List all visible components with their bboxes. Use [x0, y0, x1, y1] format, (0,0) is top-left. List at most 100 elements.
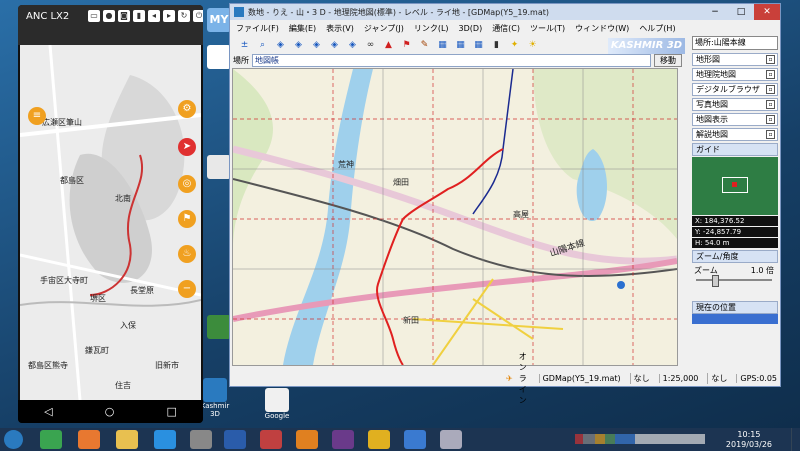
app-icon: MY [207, 8, 231, 32]
zoom-icon[interactable]: ± [238, 39, 251, 52]
close-icon[interactable]: ▫ [766, 115, 775, 124]
layer-item[interactable]: デジタルブラウザ ▫ [692, 83, 778, 96]
menu-file[interactable]: ファイル(F) [236, 23, 279, 34]
layer-item[interactable]: 解説地図 ▫ [692, 128, 778, 141]
titlebar[interactable]: 数地 - りえ - 山・3 D - 地理院地図(標準) - レベル - ライ地 … [230, 4, 780, 20]
menu-window[interactable]: ウィンドウ(W) [575, 23, 629, 34]
kashmir-logo: KASHMIR 3D [608, 38, 685, 54]
go-button[interactable]: 移動 [654, 54, 682, 67]
map-label: 新田 [403, 316, 419, 325]
location-select[interactable]: 場所:山陽本線 [692, 36, 778, 50]
close-icon[interactable]: ▫ [766, 85, 775, 94]
layer-label: デジタルブラウザ [696, 85, 760, 94]
close-button[interactable]: ✕ [754, 4, 780, 20]
volume-down-icon[interactable]: ◂ [148, 10, 160, 22]
menu-3d[interactable]: 3D(D) [459, 24, 483, 33]
mirror-icon[interactable]: ▭ [88, 10, 100, 22]
menu-view[interactable]: 表示(V) [326, 23, 354, 34]
settings-icon[interactable] [190, 430, 212, 449]
position-header[interactable]: 現在の位置 [692, 301, 778, 314]
layer-item[interactable]: 地理院地図 ▫ [692, 68, 778, 81]
locate-icon[interactable]: ◎ [178, 175, 196, 193]
marker-icon[interactable]: ▲ [382, 39, 395, 52]
zoom-slider[interactable] [696, 279, 772, 281]
online-status: オンライン [518, 351, 527, 405]
search-icon[interactable]: ⌕ [256, 39, 269, 52]
gps-icon[interactable]: ☀ [526, 39, 539, 52]
desktop-icon-google[interactable]: Google [262, 388, 292, 420]
pin-icon[interactable]: ✦ [508, 39, 521, 52]
power-icon[interactable]: ⏻ [193, 10, 203, 22]
menu-icon[interactable]: ≡ [28, 107, 46, 125]
binoculars-icon[interactable]: ∞ [364, 39, 377, 52]
desktop-icon-kashmir[interactable]: Kashmir 3D [200, 378, 230, 418]
layer-item[interactable]: 地形図 ▫ [692, 53, 778, 66]
start-button[interactable] [4, 430, 23, 449]
bar-icon[interactable]: ▮ [490, 39, 503, 52]
back-icon[interactable]: ◁ [44, 405, 52, 418]
address-input[interactable]: 地図帳 [252, 54, 651, 67]
kashmir-icon[interactable] [404, 430, 426, 449]
media-player-icon[interactable] [78, 430, 100, 449]
menu-edit[interactable]: 編集(E) [289, 23, 316, 34]
guide-header[interactable]: ガイド [692, 143, 778, 156]
main-map[interactable]: 山陽本線 荒神 畑田 高屋 新田 [232, 68, 678, 366]
route-icon[interactable]: ♨ [178, 245, 196, 263]
layer-icon[interactable]: ◈ [292, 39, 305, 52]
layer-label: 解説地図 [696, 130, 728, 139]
close-icon[interactable]: ▫ [766, 100, 775, 109]
desktop-icon-label: Google [264, 412, 290, 420]
window-icon[interactable] [440, 430, 462, 449]
close-icon[interactable]: ▫ [766, 55, 775, 64]
zoom-out-icon[interactable]: − [178, 280, 196, 298]
grid-icon[interactable]: ▦ [472, 39, 485, 52]
pin-icon[interactable]: ▮ [133, 10, 145, 22]
settings-icon[interactable]: ⚙ [178, 100, 196, 118]
minimize-button[interactable]: − [702, 4, 728, 20]
folder-icon[interactable] [116, 430, 138, 449]
map-label: 住吉 [115, 381, 131, 390]
flag-icon[interactable]: ⚑ [400, 39, 413, 52]
menu-jump[interactable]: ジャンプ(J) [364, 23, 404, 34]
grid-icon[interactable]: ▦ [436, 39, 449, 52]
music-icon[interactable] [368, 430, 390, 449]
layer-icon[interactable]: ◈ [328, 39, 341, 52]
compass-icon[interactable]: ➤ [178, 138, 196, 156]
layer-item[interactable]: 写真地図 ▫ [692, 98, 778, 111]
outlook-icon[interactable] [296, 430, 318, 449]
record-icon[interactable]: ● [103, 10, 115, 22]
close-icon[interactable]: ▫ [766, 130, 775, 139]
layer-icon[interactable]: ◈ [310, 39, 323, 52]
phone-map[interactable]: 広瀬区筆山 都島区 北南 手宙区大寺町 堺区 長堂原 鎌瓦町 都島区熊寺 住吉 … [20, 45, 201, 400]
layer-icon[interactable]: ◈ [274, 39, 287, 52]
menu-help[interactable]: ヘルプ(H) [639, 23, 675, 34]
menu-link[interactable]: リンク(L) [414, 23, 449, 34]
camera-icon[interactable]: ◙ [118, 10, 130, 22]
pencil-icon[interactable]: ✎ [418, 39, 431, 52]
maximize-button[interactable]: □ [728, 4, 754, 20]
close-icon[interactable]: ▫ [766, 70, 775, 79]
clock[interactable]: 10:15 2019/03/26 [726, 430, 772, 450]
layer-icon[interactable]: ◈ [346, 39, 359, 52]
layer-item[interactable]: 地図表示 ▫ [692, 113, 778, 126]
ie-icon[interactable] [154, 430, 176, 449]
volume-up-icon[interactable]: ▸ [163, 10, 175, 22]
zoom-header[interactable]: ズーム/角度 [692, 250, 778, 263]
menu-comm[interactable]: 通信(C) [492, 23, 520, 34]
coord-x: X: 184,376.52 [692, 216, 778, 226]
recent-apps-icon[interactable]: □ [167, 405, 177, 418]
zoom-slider-handle[interactable] [712, 275, 719, 287]
marker-icon[interactable]: ⚑ [178, 210, 196, 228]
rotate-icon[interactable]: ↻ [178, 10, 190, 22]
home-icon[interactable]: ○ [105, 405, 115, 418]
guide-map[interactable] [692, 157, 778, 215]
online-icon: ✈ [506, 373, 513, 383]
grid-icon[interactable]: ▦ [454, 39, 467, 52]
show-desktop-button[interactable] [791, 428, 800, 451]
app-icon[interactable] [260, 430, 282, 449]
word-icon[interactable] [224, 430, 246, 449]
position-value [692, 314, 778, 324]
game-icon[interactable] [332, 430, 354, 449]
menu-tools[interactable]: ツール(T) [530, 23, 565, 34]
chrome-icon[interactable] [40, 430, 62, 449]
